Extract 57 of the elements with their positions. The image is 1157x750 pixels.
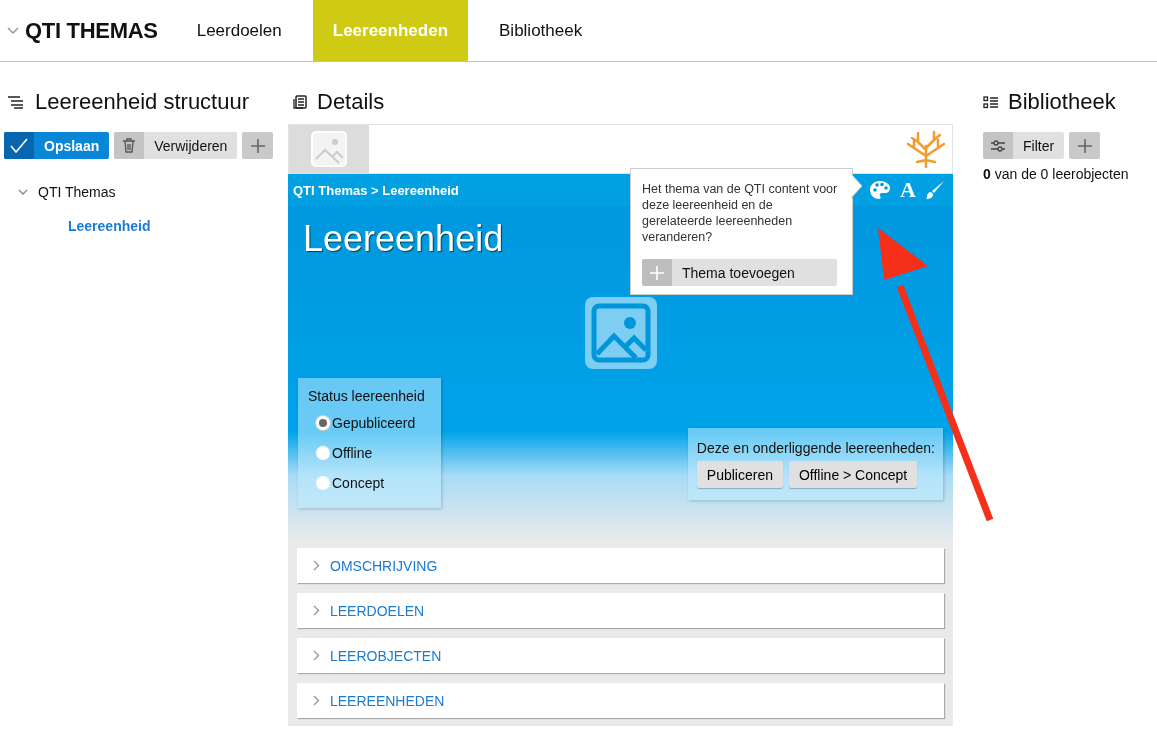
panel-title: Bibliotheek: [1008, 89, 1116, 115]
filter-button[interactable]: Filter: [983, 132, 1065, 159]
action-button[interactable]: Publiceren: [696, 461, 783, 488]
add-button[interactable]: [242, 132, 274, 159]
radio-label: Gepubliceerd: [332, 415, 416, 431]
nav-tab[interactable]: Bibliotheek: [482, 0, 600, 61]
chevron-right-icon: [313, 560, 320, 571]
image-icon[interactable]: [583, 296, 658, 370]
app-title: QTI THEMAS: [25, 17, 158, 44]
radio-button[interactable]: [316, 446, 330, 460]
add-button[interactable]: [1069, 132, 1101, 159]
image-icon: [311, 131, 347, 167]
radio-button[interactable]: [316, 416, 330, 430]
panel-title: Details: [317, 89, 385, 115]
breadcrumb: QTI Themas > Leereenheid: [293, 182, 459, 198]
accordion-section[interactable]: OMSCHRIJVING: [297, 548, 944, 583]
result-count: 0 van de 0 leerobjecten: [983, 166, 1130, 182]
section-title: LEEREENHEDEN: [330, 692, 445, 709]
list-icon: [983, 95, 998, 109]
radio-button[interactable]: [316, 476, 330, 490]
check-icon: [10, 137, 28, 154]
chevron-right-icon: [313, 605, 320, 616]
accordion-section[interactable]: LEERDOELEN: [297, 593, 944, 628]
action-button[interactable]: Offline > Concept: [788, 461, 918, 488]
section-title: LEEROBJECTEN: [330, 647, 442, 664]
add-theme-button[interactable]: Thema toevoegen: [642, 259, 837, 286]
radio-label: Concept: [332, 475, 385, 491]
section-title: LEERDOELEN: [330, 602, 425, 619]
trash-icon: [122, 138, 137, 153]
status-label: Status leereenheid: [308, 388, 426, 404]
palette-icon[interactable]: [869, 180, 892, 200]
document-icon: [293, 95, 307, 109]
nav-tab[interactable]: Leerdoelen: [179, 0, 299, 61]
accordion-section[interactable]: LEEREENHEDEN: [297, 683, 944, 718]
chevron-right-icon: [313, 695, 320, 706]
tree-item[interactable]: Leereenheid: [68, 218, 151, 234]
list-icon: [7, 95, 25, 109]
coral-logo: [906, 130, 946, 168]
image-placeholder[interactable]: [289, 125, 369, 173]
plus-icon: [650, 265, 664, 280]
bulk-label: Deze en onderliggende leereenheden:: [696, 440, 935, 456]
save-button[interactable]: Opslaan: [4, 132, 110, 159]
plus-icon: [250, 138, 265, 153]
chevron-right-icon: [313, 650, 320, 661]
panel-title: Leereenheid structuur: [35, 89, 250, 115]
section-title: OMSCHRIJVING: [330, 557, 438, 574]
accordion-section[interactable]: LEEROBJECTEN: [297, 638, 944, 673]
page-heading: Leereenheid: [302, 217, 504, 261]
chevron-down-icon[interactable]: [7, 26, 19, 35]
popover-text: Het thema van de QTI content voor deze leereenheid en de gerelateerde leereenheden veranderen?: [642, 181, 839, 245]
chevron-down-icon[interactable]: [18, 188, 28, 196]
delete-button[interactable]: Verwijderen: [114, 132, 238, 159]
tree-item[interactable]: QTI Themas: [38, 184, 116, 200]
sliders-icon: [990, 138, 1006, 153]
brush-icon[interactable]: [925, 180, 945, 200]
plus-icon: [1077, 138, 1092, 153]
radio-label: Offline: [332, 445, 373, 461]
